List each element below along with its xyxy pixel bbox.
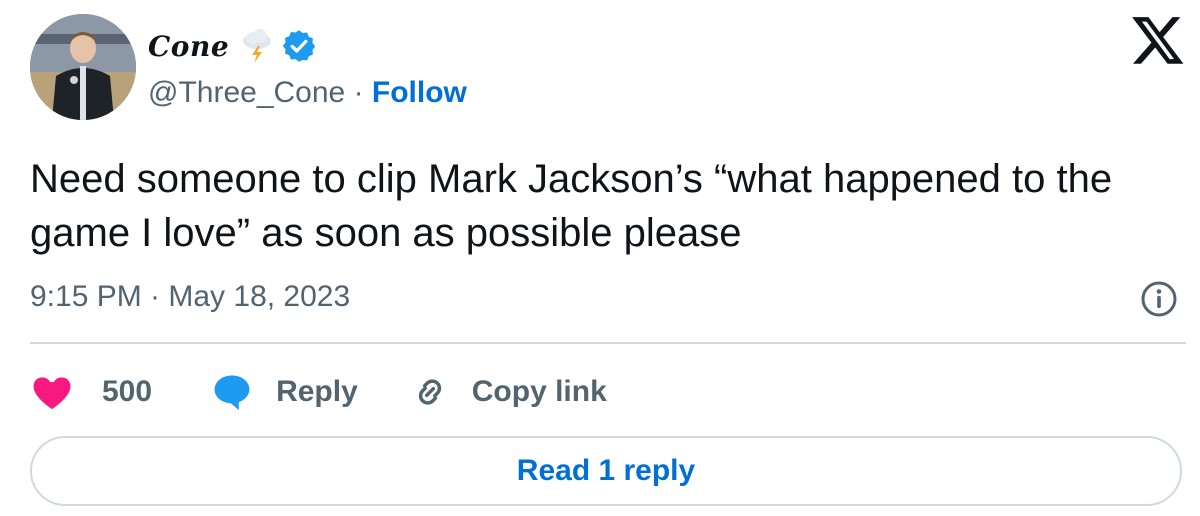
speech-bubble-icon: [210, 370, 254, 414]
copy-link-label: Copy link: [471, 375, 607, 408]
x-logo-icon[interactable]: [1130, 12, 1186, 68]
like-button[interactable]: 500: [30, 370, 152, 414]
follow-link[interactable]: Follow: [372, 76, 467, 110]
read-replies-button[interactable]: Read 1 reply: [30, 436, 1182, 506]
handle-row: @Three_Cone · Follow: [148, 76, 467, 110]
tweet-timestamp[interactable]: 9:15 PM · May 18, 2023: [30, 280, 350, 314]
heart-icon: [30, 370, 74, 414]
info-icon[interactable]: [1140, 280, 1178, 318]
avatar-photo: [30, 14, 136, 120]
avatar[interactable]: [30, 14, 136, 120]
author-name-row: Cone: [148, 26, 317, 66]
display-name[interactable]: Cone: [148, 30, 229, 63]
reply-button[interactable]: Reply: [210, 370, 358, 414]
cloud-lightning-icon: [239, 28, 275, 64]
divider: [30, 342, 1186, 344]
reply-label: Reply: [276, 375, 358, 408]
link-icon: [408, 370, 452, 414]
tweet-text: Need someone to clip Mark Jackson’s “wha…: [30, 157, 1113, 255]
action-bar: 500 Reply Copy link: [30, 366, 607, 418]
like-count: 500: [102, 375, 153, 408]
separator-dot: ·: [345, 76, 372, 109]
verified-badge-icon: [281, 28, 317, 64]
user-handle[interactable]: @Three_Cone: [148, 76, 345, 110]
copy-link-button[interactable]: Copy link: [408, 370, 607, 414]
